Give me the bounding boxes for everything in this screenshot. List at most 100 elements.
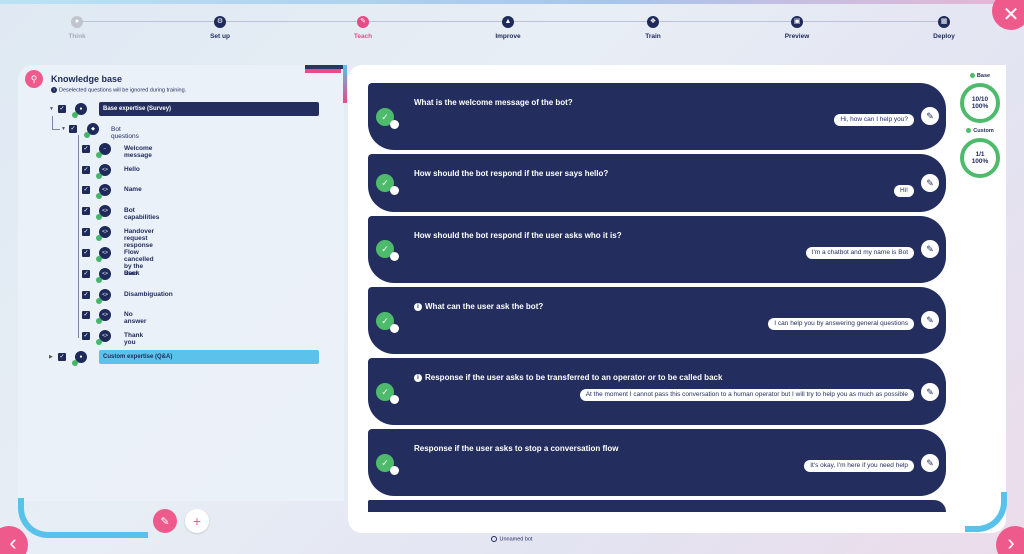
progress-ring: 10/10 100%: [960, 83, 1000, 123]
pencil-icon[interactable]: ✎: [921, 107, 939, 125]
item-no-answer[interactable]: No answer: [124, 311, 146, 325]
stat-percent: 100%: [971, 158, 989, 165]
step-label: Think: [68, 33, 86, 40]
code-icon: <>: [96, 226, 111, 241]
step-think[interactable]: ● Think: [37, 16, 117, 40]
step-train[interactable]: ❖ Train: [613, 16, 693, 40]
checkbox-item[interactable]: ✓: [82, 166, 90, 174]
code-icon: <>: [96, 164, 111, 179]
step-label: Improve: [495, 33, 521, 40]
add-button[interactable]: +: [185, 509, 209, 533]
step-improve[interactable]: ▲ Improve: [468, 16, 548, 40]
panel-accent: [305, 69, 341, 73]
checkbox-item[interactable]: ✓: [82, 228, 90, 236]
stat-count: 1/1: [975, 151, 985, 158]
search-icon[interactable]: ⚲: [25, 70, 43, 88]
answer-bubble: Hi!: [894, 185, 914, 197]
pencil-icon[interactable]: ✎: [921, 454, 939, 472]
code-icon: <>: [96, 205, 111, 220]
info-icon[interactable]: i: [414, 373, 422, 382]
check-status-icon: ✓: [376, 174, 399, 195]
question-text: Response if the user asks to stop a conv…: [414, 444, 619, 453]
checkbox-bot-questions[interactable]: ✓: [69, 125, 77, 133]
tree-connector: [78, 135, 79, 338]
bot-name: Unnamed bot: [499, 536, 533, 543]
info-icon[interactable]: i: [414, 302, 422, 311]
group-icon: ●: [72, 351, 87, 366]
custom-stat: Custom 1/1 100%: [958, 128, 1002, 178]
gear-icon: ⚙: [214, 16, 226, 28]
question-text: What is the welcome message of the bot?: [414, 98, 573, 107]
item-thank-you[interactable]: Thank you: [124, 332, 143, 346]
lightbulb-icon: ●: [71, 16, 83, 28]
chevron-left-icon: ‹: [9, 530, 17, 554]
check-status-icon: ✓: [376, 454, 399, 475]
question-card[interactable]: ✓ i What can the user ask the bot? I can …: [368, 287, 946, 354]
pencil-icon[interactable]: ✎: [921, 174, 939, 192]
knowledge-base-panel: [18, 65, 344, 501]
checkbox-item[interactable]: ✓: [82, 249, 90, 257]
step-label: Train: [645, 33, 661, 40]
checkbox-item[interactable]: ✓: [82, 291, 90, 299]
wizard-stepper: ● Think ⚙ Set up ✎ Teach ▲ Improve ❖ Tra…: [0, 10, 1024, 50]
step-label: Teach: [353, 33, 373, 40]
step-teach[interactable]: ✎ Teach: [323, 16, 403, 40]
checkbox-item[interactable]: ✓: [82, 332, 90, 340]
expand-arrow-icon[interactable]: ▶: [49, 354, 53, 360]
globe-icon: [491, 536, 498, 542]
base-stat: Base 10/10 100%: [958, 73, 1002, 123]
question-card-partial[interactable]: [368, 500, 946, 512]
edit-button[interactable]: ✎: [153, 509, 177, 533]
item-welcome-message[interactable]: Welcome message: [124, 145, 152, 159]
answer-bubble: Hi, how can I help you?: [834, 114, 914, 126]
checkbox-item[interactable]: ✓: [82, 270, 90, 278]
previous-button[interactable]: ‹: [0, 526, 28, 554]
checkbox-item[interactable]: ✓: [82, 207, 90, 215]
checkbox-item[interactable]: ✓: [82, 311, 90, 319]
pencil-icon[interactable]: ✎: [921, 311, 939, 329]
item-handover-request[interactable]: Handover request response: [124, 228, 154, 249]
item-back[interactable]: Back: [124, 270, 140, 277]
panel-accent: [343, 65, 347, 103]
answer-bubble: I can help you by answering general ques…: [768, 318, 914, 330]
group-custom-expertise[interactable]: Custom expertise (Q&A): [99, 350, 319, 364]
subgroup-bot-questions[interactable]: Bot questions: [111, 126, 139, 140]
check-status-icon: ✓: [376, 240, 399, 261]
plus-icon: +: [192, 513, 202, 529]
item-hello[interactable]: Hello: [124, 166, 140, 173]
step-setup[interactable]: ⚙ Set up: [180, 16, 260, 40]
checkbox-custom-expertise[interactable]: ✓: [58, 353, 66, 361]
pencil-icon[interactable]: ✎: [921, 383, 939, 401]
step-label: Set up: [210, 33, 230, 40]
question-text: i Response if the user asks to be transfe…: [414, 373, 722, 382]
check-status-icon: ✓: [376, 108, 399, 129]
question-card[interactable]: ✓ How should the bot respond if the user…: [368, 216, 946, 283]
item-name[interactable]: Name: [124, 186, 142, 193]
group-base-expertise[interactable]: Base expertise (Survey): [99, 102, 319, 116]
panel-decoration: [18, 498, 148, 538]
step-preview[interactable]: ▣ Preview: [757, 16, 837, 40]
code-icon: <>: [96, 330, 111, 345]
code-icon: <>: [96, 268, 111, 283]
warning-icon: !: [51, 87, 57, 93]
pencil-icon[interactable]: ✎: [921, 240, 939, 258]
knowledge-base-title: Knowledge base: [51, 74, 123, 84]
item-disambiguation[interactable]: Disambiguation: [124, 291, 173, 298]
step-deploy[interactable]: ▦ Deploy: [904, 16, 984, 40]
answer-bubble: I'm a chatbot and my name is Bot: [805, 247, 914, 259]
preview-icon: ▣: [791, 16, 803, 28]
question-card[interactable]: ✓ How should the bot respond if the user…: [368, 154, 946, 212]
question-card[interactable]: ✓ i Response if the user asks to be trans…: [368, 358, 946, 425]
close-icon: ✕: [1002, 3, 1020, 26]
question-card[interactable]: ✓ Response if the user asks to stop a co…: [368, 429, 946, 496]
checkbox-base-expertise[interactable]: ✓: [58, 105, 66, 113]
checkbox-item[interactable]: ✓: [82, 186, 90, 194]
checkbox-item[interactable]: ✓: [82, 145, 90, 153]
item-bot-capabilities[interactable]: Bot capabilities: [124, 207, 159, 221]
top-accent-bar: [0, 0, 1024, 4]
stat-label-text: Custom: [973, 128, 994, 134]
question-card[interactable]: ✓ What is the welcome message of the bot…: [368, 83, 946, 150]
code-icon: <>: [96, 309, 111, 324]
collapse-arrow-icon[interactable]: ▼: [61, 126, 66, 132]
collapse-arrow-icon[interactable]: ▼: [49, 106, 54, 112]
